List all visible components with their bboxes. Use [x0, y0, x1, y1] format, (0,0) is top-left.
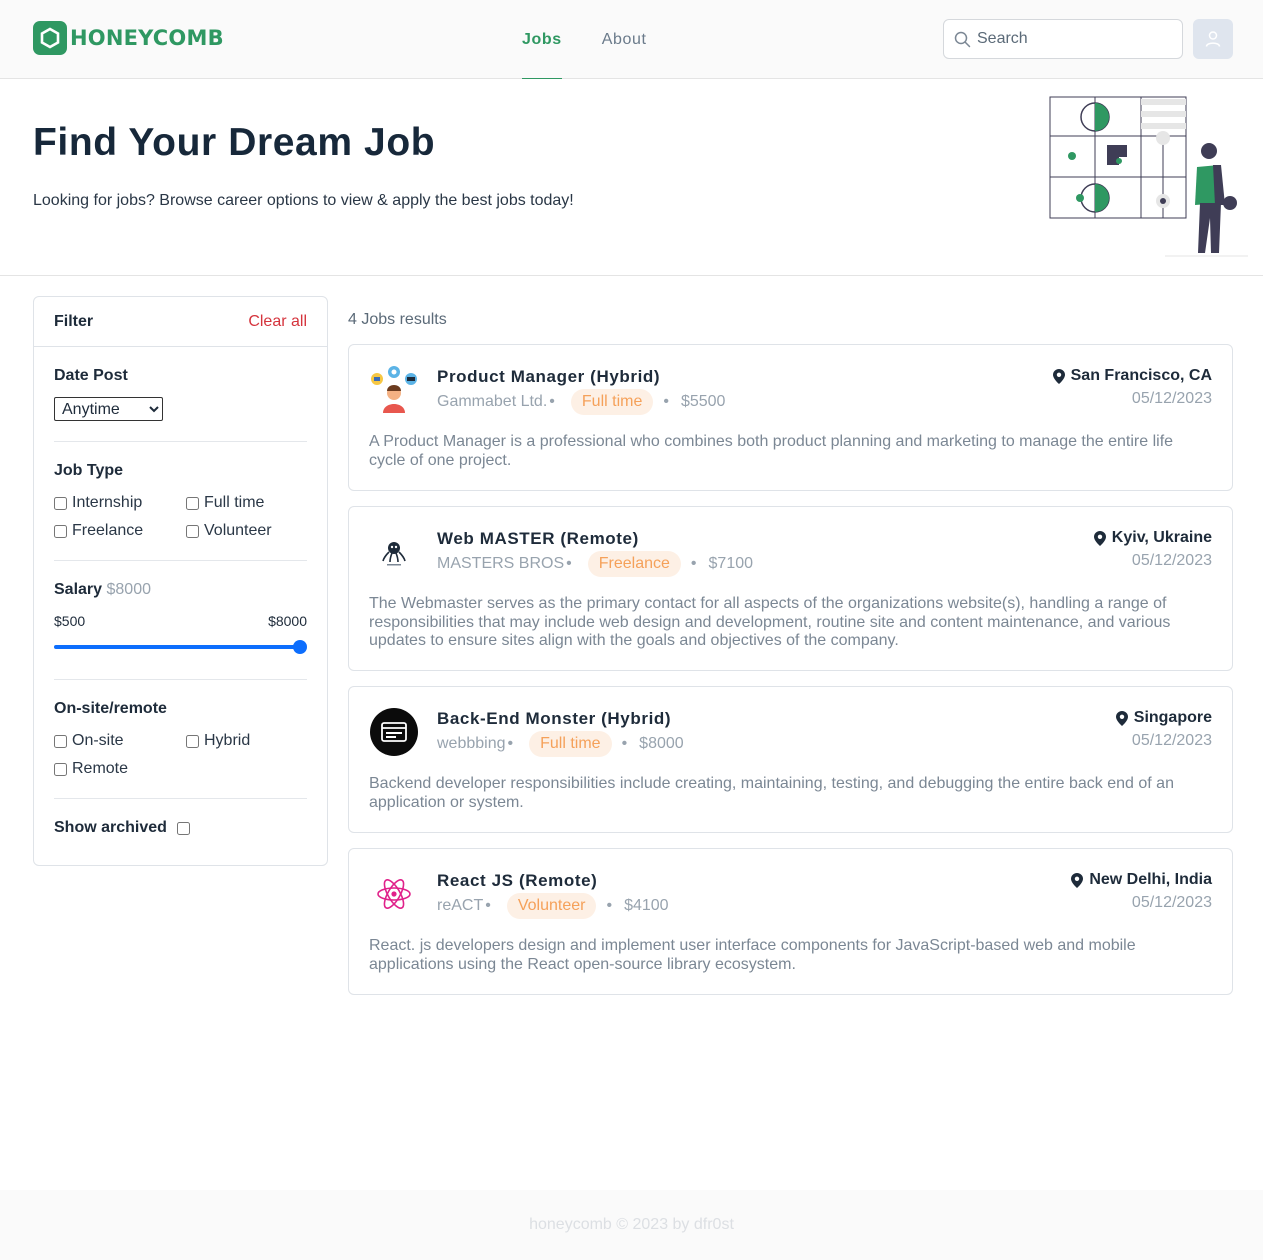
- job-type-internship[interactable]: Internship: [54, 494, 186, 512]
- hexagon-logo-icon: [33, 21, 67, 55]
- job-card[interactable]: Web MASTER (Remote) MASTERS BROS • Freela…: [348, 506, 1233, 671]
- show-archived-section: Show archived: [34, 799, 327, 837]
- remote-option[interactable]: Remote: [54, 760, 186, 778]
- job-salary: $7100: [708, 555, 754, 572]
- user-icon: [1205, 31, 1221, 47]
- salary-max-label: $8000: [268, 613, 307, 629]
- job-location: New Delhi, India: [1071, 871, 1212, 889]
- job-location: Singapore: [1115, 709, 1212, 727]
- onsite-remote-label: On-site/remote: [54, 700, 167, 717]
- job-salary: $8000: [639, 735, 684, 752]
- salary-min-label: $500: [54, 613, 86, 629]
- onsite-option[interactable]: On-site: [54, 732, 186, 750]
- job-location: San Francisco, CA: [1052, 367, 1212, 385]
- map-pin-icon: [1115, 710, 1128, 726]
- search-box: [943, 19, 1183, 59]
- freelance-checkbox[interactable]: [54, 524, 67, 538]
- salary-label: Salary $8000: [54, 581, 152, 598]
- job-meta: webbbing • Full time • $8000: [437, 731, 684, 757]
- job-description: A Product Manager is a professional who …: [369, 433, 1174, 469]
- date-post-label: Date Post: [54, 367, 128, 384]
- volunteer-checkbox[interactable]: [186, 524, 199, 538]
- job-type-label: Job Type: [54, 462, 124, 479]
- job-date: 05/12/2023: [1131, 732, 1212, 749]
- company-name: Gammabet Ltd.: [437, 393, 548, 410]
- company-name: reACT: [437, 897, 484, 914]
- job-salary: $5500: [680, 393, 726, 410]
- onsite-checkbox[interactable]: [54, 734, 67, 748]
- job-title[interactable]: Product Manager (Hybrid): [437, 367, 660, 387]
- job-date: 05/12/2023: [1131, 552, 1212, 569]
- job-date: 05/12/2023: [1131, 894, 1212, 911]
- search-input[interactable]: [977, 30, 1167, 48]
- map-pin-icon: [1052, 368, 1065, 384]
- show-archived-checkbox[interactable]: [176, 821, 190, 835]
- browser-window-icon: [369, 707, 419, 757]
- job-meta: MASTERS BROS • Freelance • $7100: [437, 551, 753, 577]
- full-time-checkbox[interactable]: [186, 496, 199, 510]
- job-type-badge: Volunteer: [506, 893, 597, 919]
- filter-panel: Filter Clear all Date Post Anytime Job T…: [33, 296, 328, 866]
- react-atom-icon: [369, 869, 419, 919]
- clear-all-button[interactable]: Clear all: [248, 313, 307, 331]
- footer: honeycomb © 2023 by dfr0st: [0, 1190, 1263, 1260]
- brand-name: HONEYCOMB: [70, 26, 224, 50]
- hero-section: Find Your Dream Job Looking for jobs? Br…: [0, 79, 1263, 276]
- job-card[interactable]: React JS (Remote) reACT • Volunteer • $410…: [348, 848, 1233, 995]
- job-description: The Webmaster serves as the primary cont…: [369, 595, 1171, 649]
- job-type-volunteer[interactable]: Volunteer: [186, 522, 306, 540]
- job-type-full-time[interactable]: Full time: [186, 494, 306, 512]
- octopus-icon: [369, 527, 419, 577]
- job-title[interactable]: Web MASTER (Remote): [437, 529, 639, 549]
- salary-slider-track: [54, 645, 301, 649]
- company-name: webbbing: [437, 735, 506, 752]
- job-type-section: Job Type Internship Full time Freelance …: [34, 442, 327, 560]
- job-description: React. js developers design and implemen…: [369, 937, 1136, 973]
- date-post-section: Date Post Anytime: [34, 347, 327, 441]
- map-pin-icon: [1071, 872, 1084, 888]
- filter-header: Filter Clear all: [34, 297, 327, 347]
- onsite-remote-section: On-site/remote On-site Hybrid Remote: [34, 680, 327, 798]
- company-name: MASTERS BROS: [437, 555, 565, 572]
- job-title[interactable]: React JS (Remote): [437, 871, 597, 891]
- job-card[interactable]: Back-End Monster (Hybrid) webbbing • Full…: [348, 686, 1233, 833]
- salary-slider[interactable]: [54, 639, 307, 655]
- job-type-badge: Full time: [529, 731, 612, 757]
- main-nav: Jobs About: [522, 0, 687, 80]
- search-icon: [954, 31, 971, 47]
- job-type-freelance[interactable]: Freelance: [54, 522, 186, 540]
- job-type-badge: Full time: [570, 389, 654, 415]
- results-count: 4 Jobs results: [348, 311, 447, 328]
- job-title[interactable]: Back-End Monster (Hybrid): [437, 709, 671, 729]
- page-subtitle: Looking for jobs? Browse career options …: [33, 192, 574, 209]
- job-type-badge: Freelance: [587, 551, 681, 577]
- internship-checkbox[interactable]: [54, 496, 67, 510]
- brand-logo[interactable]: HONEYCOMB: [33, 21, 224, 55]
- product-manager-avatar-icon: [369, 365, 419, 415]
- footer-text: honeycomb © 2023 by dfr0st: [529, 1216, 734, 1233]
- remote-checkbox[interactable]: [54, 762, 67, 776]
- job-meta: reACT • Volunteer • $4100: [437, 893, 669, 919]
- salary-section: Salary $8000 $500 $8000: [34, 561, 327, 679]
- user-avatar-button[interactable]: [1193, 19, 1233, 59]
- show-archived-label: Show archived: [54, 819, 167, 836]
- job-card[interactable]: Product Manager (Hybrid) Gammabet Ltd. • …: [348, 344, 1233, 491]
- page-title: Find Your Dream Job: [33, 121, 436, 164]
- map-pin-icon: [1093, 530, 1106, 546]
- filter-title: Filter: [54, 312, 94, 330]
- job-date: 05/12/2023: [1131, 390, 1212, 407]
- date-post-select[interactable]: Anytime: [54, 397, 163, 421]
- hybrid-option[interactable]: Hybrid: [186, 732, 306, 750]
- hybrid-checkbox[interactable]: [186, 734, 199, 748]
- salary-value: $8000: [106, 581, 152, 598]
- job-salary: $4100: [624, 897, 669, 914]
- job-meta: Gammabet Ltd. • Full time • $5500: [437, 389, 725, 415]
- top-navbar: HONEYCOMB Jobs About: [0, 0, 1263, 80]
- nav-about[interactable]: About: [602, 0, 647, 79]
- job-location: Kyiv, Ukraine: [1093, 529, 1212, 547]
- nav-jobs[interactable]: Jobs: [522, 0, 562, 80]
- salary-slider-thumb[interactable]: [293, 640, 307, 654]
- job-description: Backend developer responsibilities inclu…: [369, 775, 1174, 811]
- hero-illustration: [1049, 96, 1248, 257]
